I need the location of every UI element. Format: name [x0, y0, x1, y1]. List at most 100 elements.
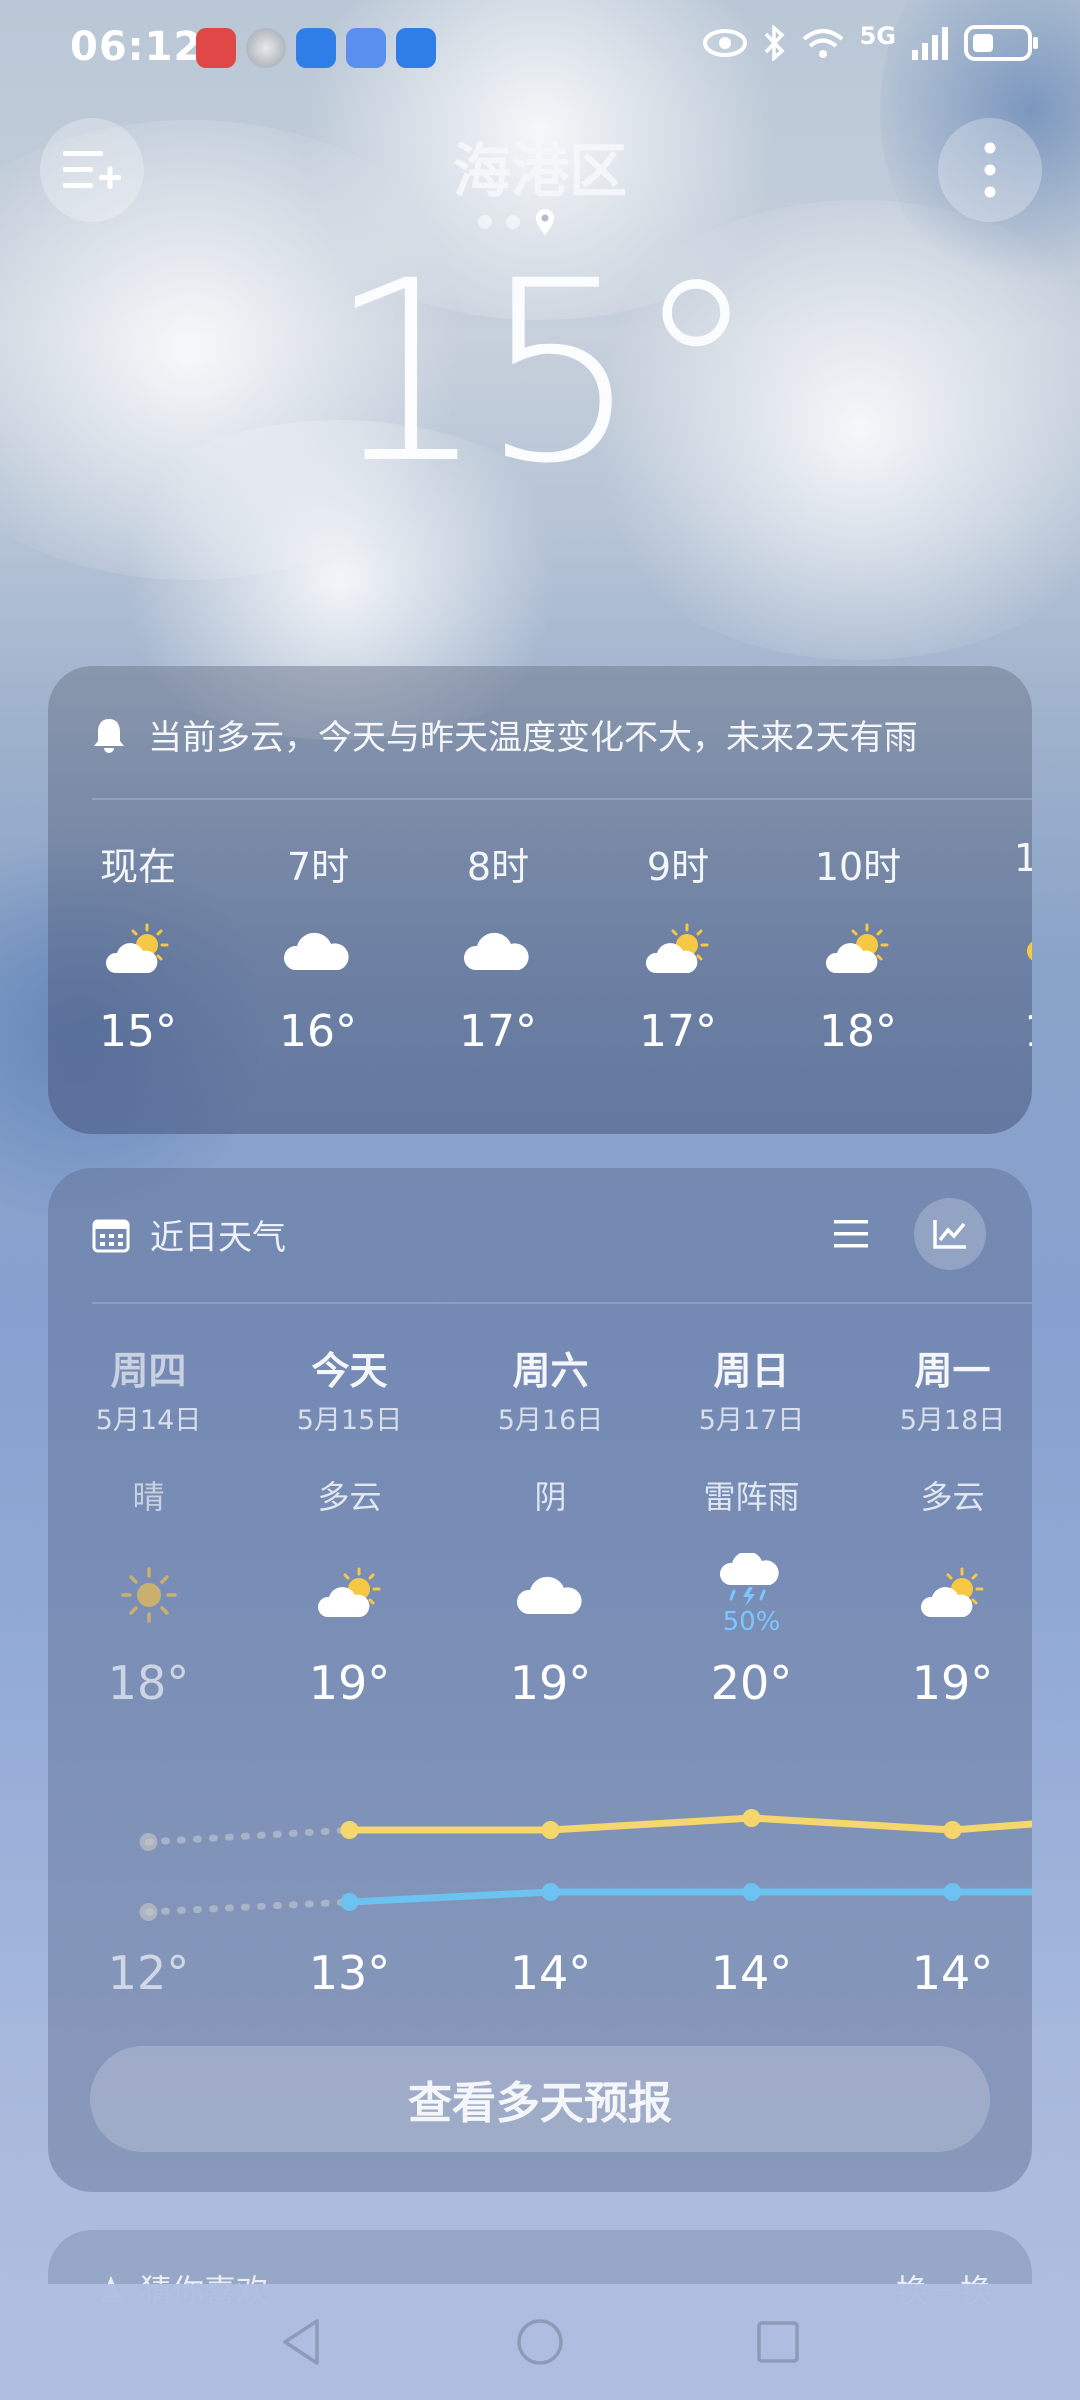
day-column: 周四 5月14日 晴 18°	[48, 1340, 249, 1710]
lightbulb-app-icon	[296, 28, 336, 68]
high-point	[340, 1821, 359, 1839]
low-point	[943, 1883, 962, 1901]
day-column: 周六 5月16日 阴 19°	[450, 1340, 651, 1710]
calendar-icon	[92, 1219, 130, 1252]
day-weather: 多云	[317, 1478, 382, 1516]
hour-label: 10时	[814, 845, 902, 889]
city-name[interactable]: 海港区	[0, 124, 1080, 208]
temperature-trend-chart	[139, 1809, 1032, 1921]
precip-chance: 50%	[722, 1607, 781, 1637]
partly-cloudy-icon	[105, 923, 169, 973]
day-name: 周一	[914, 1349, 991, 1393]
day-high: 20°	[710, 1656, 793, 1710]
wifi-icon	[802, 29, 843, 58]
cloud-icon	[283, 932, 349, 970]
hour-label: 现在	[99, 845, 176, 889]
hour-temp: 17°	[639, 1006, 717, 1057]
day-low: 14°	[509, 1946, 592, 2000]
daily-list[interactable]: 周四 5月14日 晴 18° 今天 5月15日 多云 19° 周六 5月16日 …	[48, 1340, 1032, 1710]
book-app-icon	[196, 28, 236, 68]
day-date: 5月15日	[296, 1405, 403, 1436]
day-date: 5月18日	[899, 1405, 1006, 1436]
bluetooth-icon	[764, 25, 785, 61]
high-trend-line	[346, 1814, 1032, 1834]
more-options-button[interactable]	[938, 118, 1042, 222]
cloud-icon	[463, 932, 529, 970]
signal-icon	[912, 27, 948, 60]
current-temperature: 15°	[327, 227, 758, 518]
low-point	[742, 1883, 761, 1901]
daily-lows: 12° 13° 14° 14° 14°	[48, 1946, 1032, 2000]
day-name: 今天	[311, 1349, 388, 1393]
bell-icon	[94, 718, 124, 753]
low-point	[340, 1893, 359, 1911]
hour-label: 8时	[466, 845, 530, 889]
day-high: 19°	[308, 1656, 391, 1710]
day-name: 周日	[713, 1349, 790, 1393]
more-vertical-icon	[984, 142, 996, 198]
hour-temp: 18°	[819, 1006, 897, 1057]
day-weather: 阴	[534, 1478, 567, 1516]
partly-cloudy-icon	[825, 923, 889, 973]
hour-label: 7时	[286, 845, 350, 889]
thunderstorm-icon	[719, 1553, 779, 1607]
high-point	[742, 1809, 761, 1827]
day-name: 周四	[110, 1349, 187, 1393]
divider	[92, 1302, 1032, 1304]
notification-icons	[196, 28, 436, 68]
day-column: 周一 5月18日 多云 19°	[852, 1340, 1032, 1710]
day-low: 12°	[107, 1946, 190, 2000]
divider	[92, 798, 1032, 800]
day-weather: 晴	[132, 1478, 165, 1516]
system-status: 5G	[702, 22, 1040, 62]
day-column: 周日 5月17日 雷阵雨 50% 20°	[651, 1340, 852, 1710]
daily-forecast-card[interactable]: 近日天气 周四 5月14日 晴 18° 今天 5月15日 多云 19° 周六 5…	[48, 1168, 1032, 2192]
hourly-item: 7时 16°	[228, 836, 408, 1057]
hour-temp: 16°	[279, 1006, 357, 1057]
hourly-item: 8时 17°	[408, 836, 588, 1057]
battery-icon	[964, 25, 1038, 61]
hour-label: 11	[1013, 836, 1032, 880]
line-chart-icon	[933, 1220, 966, 1249]
view-more-days-button[interactable]: 查看多天预报	[90, 2046, 990, 2152]
network-type: 5G	[859, 22, 896, 50]
hour-temp: 15°	[99, 1006, 177, 1057]
hourly-forecast-card[interactable]: 当前多云，今天与昨天温度变化不大，未来2天有雨 现在 15° 7时 16° 8时…	[48, 666, 1032, 1134]
high-point	[943, 1821, 962, 1839]
day-high: 19°	[509, 1656, 592, 1710]
partly-cloudy-icon	[920, 1567, 983, 1617]
back-icon[interactable]	[279, 2317, 325, 2367]
high-point	[139, 1833, 158, 1851]
day-name: 周六	[512, 1349, 589, 1393]
partly-cloudy-icon	[317, 1567, 380, 1617]
sun-icon	[120, 1567, 177, 1623]
daily-card-header: 近日天气	[92, 1210, 286, 1259]
sun-icon	[1027, 941, 1032, 961]
day-date: 5月16日	[497, 1405, 604, 1436]
hour-temp: 17°	[459, 1006, 537, 1057]
day-low: 14°	[710, 1946, 793, 2000]
hourly-item: 9时 17°	[588, 836, 768, 1057]
list-icon	[834, 1220, 868, 1248]
low-trend-past	[145, 1898, 353, 1916]
cloud-icon	[516, 1576, 582, 1614]
chart-view-button[interactable]	[914, 1198, 986, 1270]
home-icon[interactable]	[515, 2317, 565, 2367]
low-point	[541, 1883, 560, 1901]
high-trend-past	[145, 1826, 353, 1846]
navigation-bar	[0, 2284, 1080, 2400]
alert-text: 当前多云，今天与昨天温度变化不大，未来2天有雨	[148, 718, 918, 758]
hourly-item: 11 1	[948, 836, 1032, 1057]
day-low: 13°	[308, 1946, 391, 2000]
hourly-list[interactable]: 现在 15° 7时 16° 8时 17° 9时 17° 10时 18° 11 1	[48, 836, 1032, 1057]
low-trend-line	[346, 1888, 1032, 1906]
day-date: 5月17日	[698, 1405, 805, 1436]
hourly-item: 10时 18°	[768, 836, 948, 1057]
status-bar: 06:12 5G	[0, 0, 1080, 100]
weather-alert[interactable]: 当前多云，今天与昨天温度变化不大，未来2天有雨	[92, 710, 918, 759]
recents-icon[interactable]	[755, 2319, 801, 2365]
hour-label: 9时	[646, 845, 710, 889]
partly-cloudy-icon	[645, 923, 709, 973]
list-view-button[interactable]	[816, 1199, 886, 1269]
hourly-item: 现在 15°	[48, 836, 228, 1057]
